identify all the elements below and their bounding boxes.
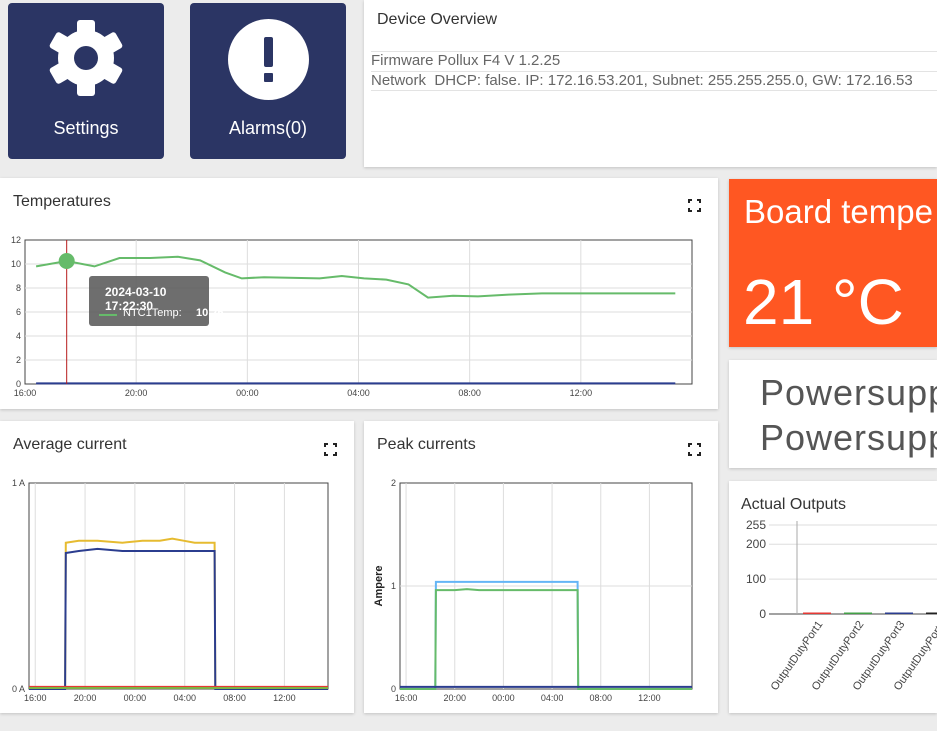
peak-currents-chart: 16:00 20:00 00:00 04:00 08:00 12:00 0 1 2 Ampere: [373, 478, 693, 703]
bar: [803, 612, 831, 614]
average-current-card: Average current 16:00 20:00 00:00 04:00 08:0…: [0, 421, 354, 713]
series-line: [400, 588, 692, 690]
x-tick-label: 04:00: [347, 388, 370, 398]
series-line: [29, 537, 328, 690]
bar: [926, 612, 937, 614]
y-tick-label: 10: [11, 259, 21, 269]
y-tick-label: 2: [16, 355, 21, 365]
plot-frame: [28, 482, 329, 690]
bar: [844, 612, 872, 614]
powersupply-line2: Powersupp: [760, 417, 937, 458]
firmware-value: Pollux F4 V 1.2.25: [437, 52, 561, 69]
tooltip-value: 10.25: [196, 307, 224, 319]
powersupply-card: Powersupp Powersupp: [729, 360, 937, 468]
x-tick-label: 16:00: [24, 693, 47, 703]
y-tick-label: 0 A: [12, 684, 25, 694]
tooltip-series: NTC1Temp:: [123, 307, 182, 319]
board-temperature-card: Board tempe 21 °C: [729, 179, 937, 347]
y-tick-label: 4: [16, 331, 21, 341]
x-tick-label: 20:00: [443, 693, 466, 703]
y-tick-label: 2: [391, 478, 396, 488]
device-overview-card: Device Overview Firmware Pollux F4 V 1.2…: [364, 0, 937, 167]
settings-tile[interactable]: Settings: [8, 3, 164, 159]
firmware-label: Firmware: [371, 52, 434, 69]
x-tick-label: 00:00: [236, 388, 259, 398]
network-label: Network: [371, 72, 427, 89]
series-line: [400, 580, 692, 690]
x-tick-label: 04:00: [173, 693, 196, 703]
average-current-chart: 16:00 20:00 00:00 04:00 08:00 12:00 0 A 1 A: [12, 478, 329, 703]
y-tick-label: 200: [746, 537, 766, 551]
gear-icon: [49, 20, 123, 96]
x-tick-label: 08:00: [458, 388, 481, 398]
alarms-label: Alarms(0): [228, 118, 307, 138]
peak-currents-card: Peak currents 16:00 20:00 00:00 04:00 08:00 1…: [364, 421, 718, 713]
y-tick-label: 1: [391, 581, 396, 591]
x-tick-label: 08:00: [589, 693, 612, 703]
actual-outputs-card: Actual Outputs 0 100 200 255 OutputDutyPort1…: [729, 481, 937, 713]
y-tick-label: 0: [391, 684, 396, 694]
actual-outputs-chart: 0100200255OutputDutyPort1OutputDutyPort2…: [746, 518, 937, 693]
x-tick-label: 08:00: [223, 693, 246, 703]
x-tick-label: 20:00: [74, 693, 97, 703]
y-tick-label: 8: [16, 283, 21, 293]
device-overview-title: Device Overview: [377, 11, 498, 28]
y-tick-label: 12: [11, 235, 21, 245]
exclamation-icon: [228, 19, 309, 100]
y-tick-label: 0: [759, 607, 766, 621]
temperatures-card: Temperatures 16:00 20:00 00:00 04:00 08:00 12…: [0, 178, 718, 409]
x-tick-label: 12:00: [638, 693, 661, 703]
x-tick-label: 00:00: [124, 693, 147, 703]
x-tick-label: 00:00: [492, 693, 515, 703]
powersupply-line1: Powersupp: [760, 372, 937, 413]
settings-label: Settings: [53, 118, 119, 138]
y-tick-label: 1 A: [12, 478, 25, 488]
y-tick-label: 0: [16, 379, 21, 389]
y-tick-label: 255: [746, 518, 766, 532]
tooltip-swatch: [99, 314, 117, 316]
x-tick-label: 12:00: [570, 388, 593, 398]
board-temperature-value: 21 °C: [743, 266, 904, 338]
y-axis-label: Ampere: [373, 566, 385, 607]
board-temperature-title: Board tempe: [744, 193, 933, 230]
firmware-row: Firmware Pollux F4 V 1.2.25: [371, 51, 937, 71]
y-tick-label: 6: [16, 307, 21, 317]
x-tick-label: 04:00: [541, 693, 564, 703]
hover-point: [58, 253, 75, 269]
network-value: DHCP: false. IP: 172.16.53.201, Subnet: …: [434, 72, 913, 89]
y-tick-label: 100: [746, 572, 766, 586]
network-row: Network DHCP: false. IP: 172.16.53.201, …: [371, 71, 937, 91]
x-tick-label: 20:00: [125, 388, 148, 398]
bar: [885, 612, 913, 614]
x-tick-label: 16:00: [14, 388, 37, 398]
x-tick-label: 12:00: [273, 693, 296, 703]
series-line: [29, 547, 328, 690]
alarms-tile[interactable]: Alarms(0): [190, 3, 346, 159]
x-tick-label: 16:00: [395, 693, 418, 703]
chart-tooltip: 2024-03-10 17:22:30 NTC1Temp: 10.25: [89, 276, 224, 326]
